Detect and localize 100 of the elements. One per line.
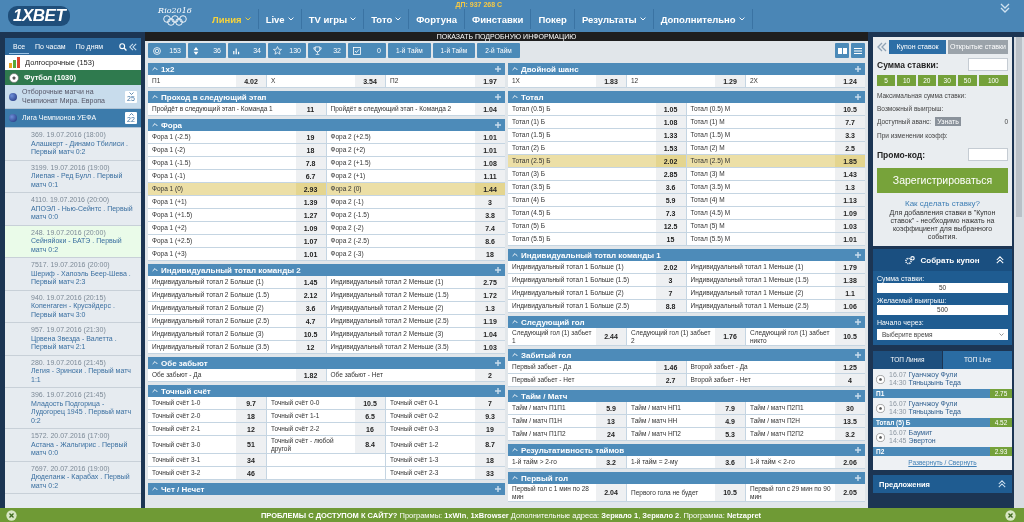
nav-item[interactable]: Дополнительно — [653, 9, 753, 29]
plus-icon[interactable] — [855, 94, 861, 100]
market-title: Фора — [161, 120, 184, 130]
bar-chart-icon — [233, 46, 241, 55]
chevron-up-icon — [512, 353, 518, 357]
plus-icon[interactable] — [855, 352, 861, 358]
olympic-rings-icon — [163, 15, 187, 26]
chevron-up-icon — [152, 268, 158, 272]
market-title: Результативность таймов — [521, 445, 626, 455]
market-header[interactable]: Результативность таймов — [508, 444, 865, 456]
market-header[interactable]: Индивидуальный тотал команды 2 — [148, 264, 505, 276]
nav-item[interactable]: Покер — [531, 9, 575, 29]
caret-icon — [350, 17, 357, 21]
chevron-up-icon — [512, 320, 518, 324]
search-icon[interactable] — [119, 42, 127, 51]
market-header[interactable]: 1x2 — [148, 63, 505, 75]
market-header[interactable]: Двойной шанс — [508, 63, 865, 75]
market-title: Чет / Нечет — [161, 484, 206, 494]
trophy-icon — [313, 46, 322, 55]
plus-icon[interactable] — [495, 486, 501, 492]
stake-input[interactable] — [968, 58, 1008, 71]
market-header[interactable]: Следующий гол — [508, 316, 865, 328]
menu-icon — [854, 47, 862, 54]
market-header[interactable]: Индивидуальный тотал команды 1 — [508, 249, 865, 261]
soccer-ball-icon — [876, 432, 885, 442]
help-link[interactable]: Как сделать ставку? — [877, 199, 1008, 208]
plus-icon[interactable] — [495, 360, 501, 366]
market-header[interactable]: Чет / Нечет — [148, 483, 505, 495]
close-icon[interactable] — [1005, 509, 1016, 521]
market-title: Проход в следующий этап — [161, 92, 268, 102]
market-header[interactable]: Проход в следующий этап — [148, 91, 505, 103]
market-title: Тотал — [521, 92, 545, 102]
market-header[interactable]: Тотал — [508, 91, 865, 103]
double-chevron-left-icon[interactable] — [129, 42, 137, 51]
caret-icon — [395, 17, 402, 21]
chevron-up-icon — [512, 476, 518, 480]
plus-icon[interactable] — [855, 252, 861, 258]
plus-icon[interactable] — [495, 66, 501, 72]
chevron-up-icon — [152, 389, 158, 393]
market-title: Первый гол — [521, 473, 569, 483]
market-header[interactable]: Тайм / Матч — [508, 390, 865, 402]
chevron-icon — [128, 113, 134, 116]
market-header[interactable]: Обе забьют — [148, 357, 505, 369]
chevron-up-icon — [512, 448, 518, 452]
plus-icon[interactable] — [495, 94, 501, 100]
caret-icon — [639, 17, 646, 21]
plus-icon[interactable] — [495, 388, 501, 394]
olympic-logo-text: Rio2016 — [158, 6, 192, 15]
plus-icon[interactable] — [855, 66, 861, 72]
list-view-button[interactable] — [851, 43, 865, 58]
plus-icon[interactable] — [855, 447, 861, 453]
checkbox-icon — [353, 46, 361, 55]
nav-item[interactable]: Тото — [364, 9, 410, 29]
market-title: Следующий гол — [521, 317, 586, 327]
market-title: Индивидуальный тотал команды 2 — [161, 265, 302, 275]
columns-icon — [837, 47, 847, 54]
market-header[interactable]: Первый гол — [508, 472, 865, 484]
two-column-view-button[interactable] — [835, 43, 849, 58]
promo-input[interactable] — [968, 148, 1008, 161]
plus-icon[interactable] — [495, 122, 501, 128]
market-title: Тайм / Матч — [521, 391, 569, 401]
market-header[interactable]: Забитый гол — [508, 349, 865, 361]
caret-icon — [738, 17, 745, 21]
star-icon — [273, 46, 282, 55]
market-header[interactable]: Фора — [148, 119, 505, 131]
chevron-up-icon — [512, 394, 518, 398]
caret-icon — [287, 17, 294, 21]
globe-icon — [9, 92, 17, 101]
scrollbar[interactable] — [1014, 37, 1024, 508]
chevron-up-icon — [512, 253, 518, 257]
nav-item[interactable]: Фортуна — [409, 9, 466, 29]
sort-arrows-icon — [193, 46, 199, 55]
soccer-ball-icon — [876, 374, 885, 384]
plus-icon[interactable] — [855, 393, 861, 399]
market-title: Двойной шанс — [521, 64, 580, 74]
promo-label: Промо-код: — [877, 149, 926, 160]
nav-item[interactable]: TV игры — [301, 9, 365, 29]
target-icon — [153, 46, 161, 55]
soccer-ball-icon — [876, 403, 885, 413]
plus-icon[interactable] — [855, 319, 861, 325]
plus-icon[interactable] — [855, 475, 861, 481]
nav-item[interactable]: Результаты — [574, 9, 654, 29]
nav-item[interactable]: Финставки — [465, 9, 532, 29]
market-header[interactable]: Точный счёт — [148, 385, 505, 397]
caret-icon — [244, 17, 251, 21]
chevron-up-icon — [152, 487, 158, 491]
chevron-up-icon — [512, 95, 518, 99]
stake-label: Сумма ставки: — [877, 59, 939, 70]
caret-icon — [999, 333, 1004, 336]
double-chevron-down-icon[interactable] — [1000, 3, 1010, 13]
site-logo[interactable]: 1XBET — [8, 6, 71, 26]
double-chevron-up-icon[interactable] — [998, 480, 1006, 488]
plus-icon[interactable] — [495, 267, 501, 273]
market-title: Точный счёт — [161, 386, 212, 396]
close-icon[interactable] — [6, 509, 17, 521]
chevron-up-icon — [152, 123, 158, 127]
collector-title: Собрать купон — [920, 255, 980, 265]
chevron-up-icon — [152, 67, 158, 71]
nav-item[interactable]: Live — [258, 9, 302, 29]
chevron-up-icon — [152, 95, 158, 99]
